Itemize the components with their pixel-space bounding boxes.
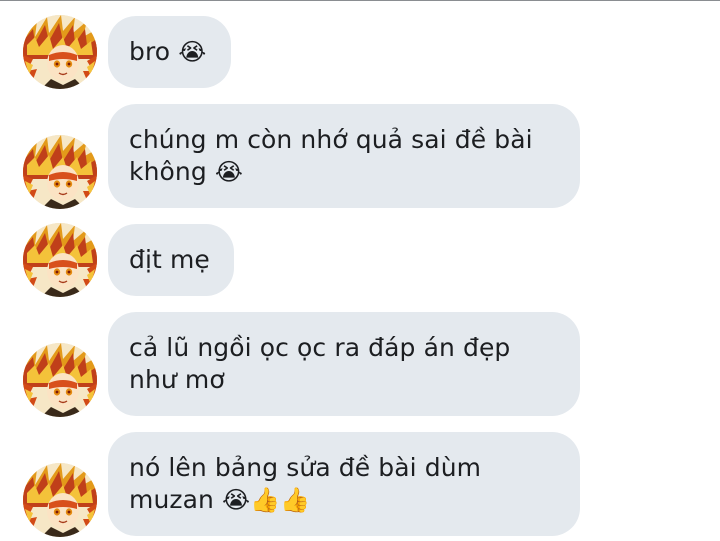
message-bubble[interactable]: bro 😭 xyxy=(108,16,231,88)
loudly-crying-face-icon: 😭 xyxy=(178,38,207,66)
rengoku-avatar-icon[interactable] xyxy=(23,463,97,537)
loudly-crying-face-icon: 😭 xyxy=(214,158,244,186)
rengoku-avatar-icon[interactable] xyxy=(23,135,97,209)
message-text: chúng m còn nhớ quả sai đề bài không xyxy=(129,125,533,186)
message-text: cả lũ ngồi ọc ọc ra đáp án đẹp như mơ xyxy=(129,333,511,394)
message-bubble[interactable]: nó lên bảng sửa đề bài dùm muzan 😭👍👍 xyxy=(108,432,580,536)
crying-thumbs-up-icons: 😭👍👍 xyxy=(222,486,311,514)
message-bubble[interactable]: cả lũ ngồi ọc ọc ra đáp án đẹp như mơ xyxy=(108,312,580,416)
rengoku-avatar-icon[interactable] xyxy=(23,343,97,417)
rengoku-avatar-icon[interactable] xyxy=(23,223,97,297)
message-bubble[interactable]: chúng m còn nhớ quả sai đề bài không 😭 xyxy=(108,104,580,208)
top-divider xyxy=(0,0,720,1)
rengoku-avatar-icon[interactable] xyxy=(23,15,97,89)
message-text: bro xyxy=(129,37,171,66)
message-bubble[interactable]: địt mẹ xyxy=(108,224,234,296)
message-text: địt mẹ xyxy=(129,245,210,274)
